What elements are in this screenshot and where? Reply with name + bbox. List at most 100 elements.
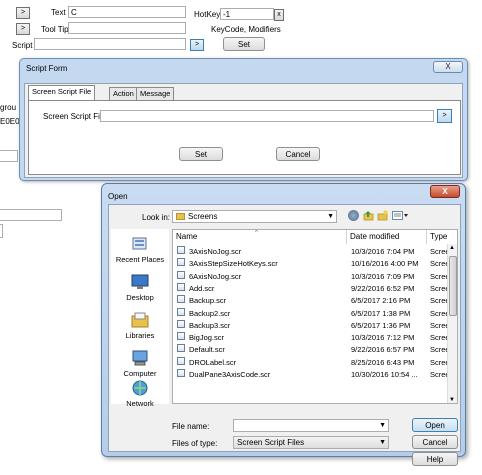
file-name: DROLabel.scr (189, 357, 237, 367)
place-network[interactable]: Network (111, 379, 169, 408)
place-libraries[interactable]: Libraries (111, 311, 169, 340)
hotkey-input[interactable]: -1 (220, 8, 274, 20)
scrollbar-thumb[interactable] (449, 256, 457, 316)
script-input[interactable] (34, 38, 186, 50)
tab-action[interactable]: Action (109, 87, 138, 100)
script-form-set-button[interactable]: Set (179, 147, 223, 161)
file-row[interactable]: Backup2.scr 6/5/2017 1:38 PM Screen (173, 307, 454, 320)
file-date: 6/5/2017 1:38 PM (351, 308, 411, 318)
screen-script-file-label: Screen Script File (43, 112, 107, 121)
new-folder-icon[interactable] (377, 210, 388, 221)
open-dialog: Open X Look in: Screens ▼ Recent Places (101, 183, 466, 466)
file-row[interactable]: Default.scr 9/22/2016 6:57 PM Screen (173, 344, 454, 356)
file-name: Backup2.scr (189, 308, 231, 318)
file-name: 3AxisStepSizeHotKeys.scr (189, 259, 278, 269)
side-field-2[interactable] (0, 209, 62, 221)
file-name: Backup3.scr (189, 320, 231, 330)
column-header-name[interactable]: Name ^ (173, 230, 347, 244)
open-dialog-close-button[interactable]: X (430, 185, 460, 198)
file-row[interactable]: 6AxisNoJog.scr 10/3/2016 7:09 PM Screen (173, 270, 454, 283)
look-in-combo[interactable]: Screens ▼ (172, 210, 337, 223)
file-name: 6AxisNoJog.scr (189, 271, 242, 281)
file-date: 10/3/2016 7:09 PM (351, 271, 415, 281)
filetype-value: Screen Script Files (237, 438, 305, 447)
file-name: DualPane3AxisCode.scr (189, 370, 271, 379)
text-input[interactable]: C (68, 6, 186, 18)
place-label: Libraries (125, 331, 155, 340)
chevron-down-icon: ▼ (327, 213, 334, 220)
set-button[interactable]: Set (223, 37, 265, 51)
column-header-label: Name (176, 232, 198, 241)
script-label: Script (12, 41, 33, 50)
tab-message[interactable]: Message (136, 87, 175, 100)
place-desktop[interactable]: Desktop (111, 273, 169, 302)
place-label: Computer (123, 369, 157, 378)
desktop-icon (131, 274, 149, 289)
places-bar: Recent Places Desktop Libraries Computer… (111, 229, 169, 408)
file-row[interactable]: Backup.scr 6/5/2017 2:16 PM Screen (173, 295, 454, 307)
file-name: Add.scr (189, 283, 215, 293)
open-button[interactable]: Open (412, 418, 458, 432)
scroll-down-icon[interactable]: ▼ (449, 397, 455, 403)
folder-icon (176, 213, 185, 220)
file-name: 3AxisNoJog.scr (189, 247, 242, 256)
script-form-close-button[interactable]: X (433, 61, 463, 73)
file-name: Default.scr (189, 345, 225, 355)
view-menu-icon[interactable] (392, 210, 410, 221)
up-folder-icon[interactable] (363, 210, 374, 221)
side-field-1[interactable] (0, 150, 18, 162)
filetype-combo[interactable]: Screen Script Files ▼ (233, 436, 389, 449)
hotkey-clear-button[interactable]: x (274, 9, 284, 21)
place-label: Recent Places (115, 255, 165, 264)
look-in-label: Look in: (142, 213, 171, 222)
chevron-down-icon: ▼ (379, 422, 386, 429)
script-form-cancel-button[interactable]: Cancel (276, 147, 320, 161)
scroll-up-icon[interactable]: ▲ (449, 245, 455, 251)
tooltip-input[interactable] (68, 22, 186, 34)
screen-script-file-input[interactable] (100, 110, 434, 122)
file-date: 10/30/2016 10:54 ... (351, 370, 418, 379)
column-header-type[interactable]: Type (427, 230, 449, 244)
place-recent-places[interactable]: Recent Places (111, 235, 169, 264)
computer-icon (132, 350, 148, 366)
file-row[interactable]: Backup3.scr 6/5/2017 1:36 PM Screen (173, 319, 454, 332)
file-row[interactable]: DualPane3AxisCode.scr 10/30/2016 10:54 ..… (173, 369, 454, 381)
file-row[interactable]: BigJog.scr 10/3/2016 7:12 PM Screen (173, 332, 454, 344)
script-form-title: Script Form (26, 64, 68, 73)
file-date: 6/5/2017 2:16 PM (351, 296, 411, 306)
file-row[interactable]: 3AxisNoJog.scr 10/3/2016 7:04 PM Screen (173, 246, 454, 258)
tooltip-expand-button[interactable]: > (16, 23, 30, 35)
file-name: BigJog.scr (189, 333, 225, 343)
filetype-label: Files of type: (172, 439, 218, 448)
recent-places-icon (132, 237, 147, 250)
chevron-down-icon: ▼ (379, 439, 386, 446)
filename-label: File name: (172, 422, 210, 431)
tab-screen-script-file[interactable]: Screen Script File (28, 85, 96, 100)
place-label: Desktop (126, 293, 154, 302)
help-button[interactable]: Help (412, 452, 458, 466)
file-row[interactable]: 3AxisStepSizeHotKeys.scr 10/16/2016 4:00 … (173, 258, 454, 270)
place-computer[interactable]: Computer (111, 349, 169, 378)
file-name: Backup.scr (189, 296, 227, 306)
script-form-tab-panel: Screen Script File > Set Cancel (28, 100, 461, 175)
back-icon[interactable] (348, 210, 359, 221)
file-row[interactable]: Add.scr 9/22/2016 6:52 PM Screen (173, 282, 454, 295)
text-expand-button[interactable]: > (16, 7, 30, 19)
cancel-button[interactable]: Cancel (412, 435, 458, 449)
place-label: Network (126, 399, 154, 408)
open-dialog-client: Look in: Screens ▼ Recent Places Desktop (108, 204, 461, 466)
keycode-label: KeyCode, Modifiers (211, 25, 281, 34)
file-list-scrollbar[interactable]: ▲ ▼ (447, 244, 457, 403)
file-date: 6/5/2017 1:36 PM (351, 320, 411, 330)
hotkey-label: HotKey (194, 10, 221, 19)
column-header-date[interactable]: Date modified (347, 230, 427, 244)
file-row[interactable]: DROLabel.scr 8/25/2016 6:43 PM Screen (173, 356, 454, 369)
file-date: 9/22/2016 6:52 PM (351, 283, 415, 293)
tooltip-label: Tool Tip (41, 25, 69, 34)
script-browse-button[interactable]: > (190, 39, 204, 51)
filename-combo[interactable]: ▼ (233, 419, 389, 432)
side-field-3 (0, 224, 3, 238)
file-date: 10/3/2016 7:04 PM (351, 247, 415, 256)
screen-script-browse-button[interactable]: > (437, 109, 452, 123)
open-dialog-title: Open (108, 192, 128, 201)
